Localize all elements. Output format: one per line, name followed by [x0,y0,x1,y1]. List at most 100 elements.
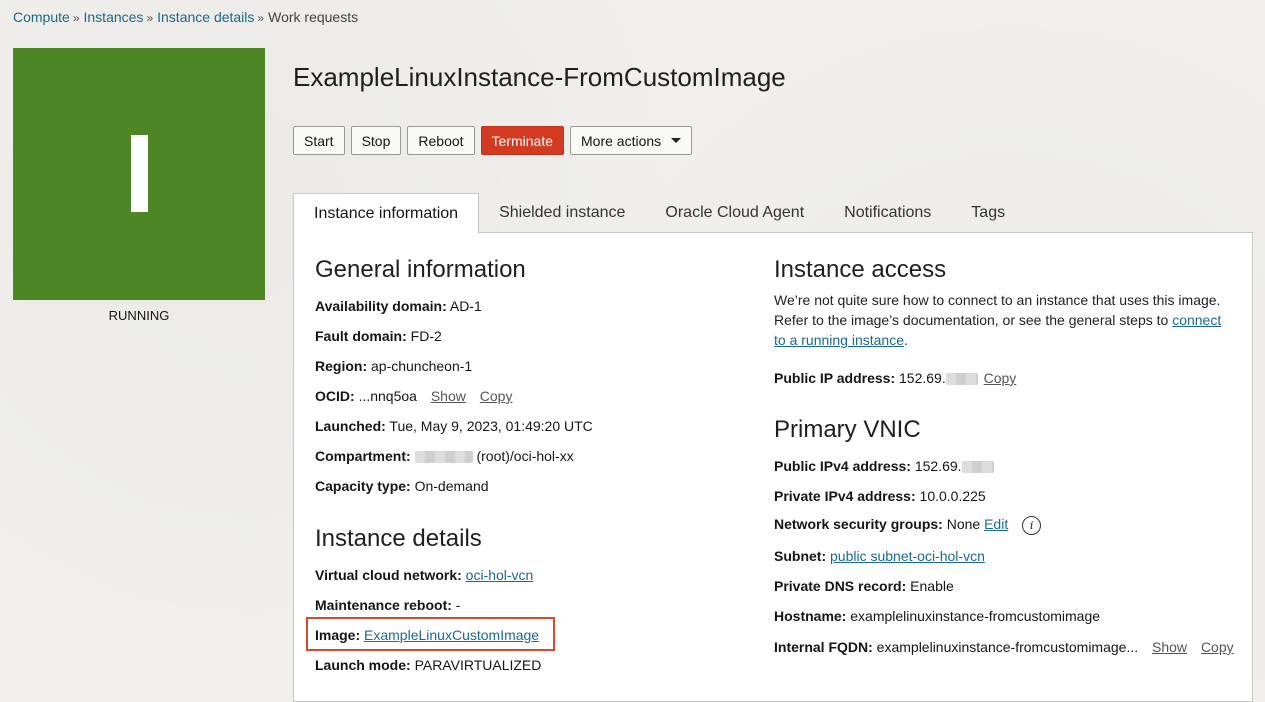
start-button[interactable]: Start [293,126,345,155]
launched-value: Tue, May 9, 2023, 01:49:20 UTC [389,418,593,434]
breadcrumb-separator: » [72,11,80,25]
launched-row: Launched: Tue, May 9, 2023, 01:49:20 UTC [315,418,593,434]
private-ipv4-row: Private IPv4 address: 10.0.0.225 [774,488,986,504]
vcn-link[interactable]: oci-hol-vcn [466,567,534,583]
fqdn-value: examplelinuxinstance-fromcustomimage... [876,639,1139,655]
instance-letter-icon [131,135,148,212]
breadcrumb: Compute» Instances» Instance details» Work … [13,9,358,25]
launch-mode-row: Launch mode: PARAVIRTUALIZED [315,657,541,673]
subnet-row: Subnet: public subnet-oci-hol-vcn [774,548,985,564]
instance-access-heading: Instance access [774,256,947,283]
availability-domain-label: Availability domain: [315,298,447,314]
redacted-text [961,461,994,474]
terminate-button[interactable]: Terminate [480,126,565,155]
redacted-text [414,451,473,464]
ocid-row: OCID: ...nnq5oa Show Copy [315,388,512,404]
ocid-copy-link[interactable]: Copy [480,388,513,404]
compartment-row: Compartment: (root)/oci-hol-xx [315,448,574,464]
access-period: . [903,332,908,348]
fault-domain-value: FD-2 [410,328,442,344]
page-title: ExampleLinuxInstance-FromCustomImage [293,62,786,92]
tab-shielded-instance[interactable]: Shielded instance [479,193,645,233]
access-text-2: Refer to the image’s documentation, or s… [774,312,1169,328]
private-ipv4-value: 10.0.0.225 [919,488,986,504]
private-dns-label: Private DNS record: [774,578,907,594]
connect-link[interactable]: connect [1172,312,1221,328]
action-toolbar: Start Stop Reboot Terminate More actions [293,126,693,155]
breadcrumb-separator: » [146,11,154,25]
region-value: ap-chuncheon-1 [371,358,473,374]
public-ip-row: Public IP address: 152.69. Copy [774,370,1016,386]
nsg-value: None [946,516,981,533]
tab-instance-information[interactable]: Instance information [293,193,480,234]
nsg-row: Network security groups: None Edit i [774,516,1042,535]
ocid-value: ...nnq5oa [358,388,417,404]
public-ip-value: 152.69. [899,370,946,386]
ocid-label: OCID: [315,388,355,404]
tab-notifications[interactable]: Notifications [824,193,951,233]
hostname-value: examplelinuxinstance-fromcustomimage [850,608,1101,624]
ocid-show-link[interactable]: Show [431,388,466,404]
compartment-label: Compartment: [315,448,411,464]
availability-domain-row: Availability domain: AD-1 [315,298,482,314]
more-actions-label: More actions [581,132,662,149]
public-ip-copy-link[interactable]: Copy [984,370,1017,386]
instance-state-label: RUNNING [108,308,170,323]
image-highlight-box [306,617,555,651]
fqdn-copy-link[interactable]: Copy [1201,639,1234,655]
region-row: Region: ap-chuncheon-1 [315,358,472,374]
subnet-link[interactable]: public subnet-oci-hol-vcn [830,548,985,564]
info-icon[interactable]: i [1022,516,1042,535]
public-ipv4-label: Public IPv4 address: [774,458,911,474]
launched-label: Launched: [315,418,386,434]
fqdn-show-link[interactable]: Show [1152,639,1187,655]
instance-details-heading: Instance details [315,525,482,552]
hostname-label: Hostname: [774,608,847,624]
tab-bar: Instance information Shielded instance O… [293,193,1025,234]
primary-vnic-heading: Primary VNIC [774,416,921,443]
running-instance-link[interactable]: to a running instance [774,332,904,348]
launch-mode-value: PARAVIRTUALIZED [414,657,542,673]
breadcrumb-current: Work requests [268,9,359,25]
compartment-value: (root)/oci-hol-xx [476,448,574,464]
maintenance-reboot-row: Maintenance reboot: - [315,597,460,613]
availability-domain-value: AD-1 [449,298,482,314]
instance-access-description: We’re not quite sure how to connect to a… [774,290,1234,350]
tab-tags[interactable]: Tags [951,193,1025,233]
launch-mode-label: Launch mode: [315,657,411,673]
breadcrumb-separator: » [257,11,265,25]
caret-down-icon [671,138,682,143]
fqdn-row: Internal FQDN: examplelinuxinstance-from… [774,639,1234,655]
fqdn-label: Internal FQDN: [774,639,873,655]
vcn-label: Virtual cloud network: [315,567,462,583]
stop-button[interactable]: Stop [350,126,402,155]
general-information-heading: General information [315,256,526,283]
public-ipv4-row: Public IPv4 address: 152.69. [774,458,994,474]
fault-domain-label: Fault domain: [315,328,407,344]
private-dns-value: Enable [910,578,954,594]
capacity-type-value: On-demand [414,478,489,494]
breadcrumb-compute[interactable]: Compute [13,9,70,25]
private-ipv4-label: Private IPv4 address: [774,488,916,504]
capacity-type-row: Capacity type: On-demand [315,478,489,494]
capacity-type-label: Capacity type: [315,478,411,494]
reboot-button[interactable]: Reboot [407,126,475,155]
subnet-label: Subnet: [774,548,827,564]
redacted-text [945,373,978,386]
vcn-row: Virtual cloud network: oci-hol-vcn [315,567,533,583]
instance-status-tile [13,48,265,300]
access-text-1: We’re not quite sure how to connect to a… [774,292,1221,308]
nsg-edit-link[interactable]: Edit [984,516,1008,532]
public-ip-label: Public IP address: [774,370,896,386]
maintenance-reboot-label: Maintenance reboot: [315,597,452,613]
more-actions-button[interactable]: More actions [570,126,693,155]
maintenance-reboot-value: - [455,597,461,613]
nsg-label: Network security groups: [774,516,943,533]
breadcrumb-instances[interactable]: Instances [84,9,144,25]
fault-domain-row: Fault domain: FD-2 [315,328,442,344]
hostname-row: Hostname: examplelinuxinstance-fromcusto… [774,608,1100,624]
breadcrumb-instance-details[interactable]: Instance details [157,9,254,25]
tab-oracle-cloud-agent[interactable]: Oracle Cloud Agent [645,193,824,233]
instance-information-panel: General information Availability domain:… [293,232,1253,702]
private-dns-row: Private DNS record: Enable [774,578,954,594]
